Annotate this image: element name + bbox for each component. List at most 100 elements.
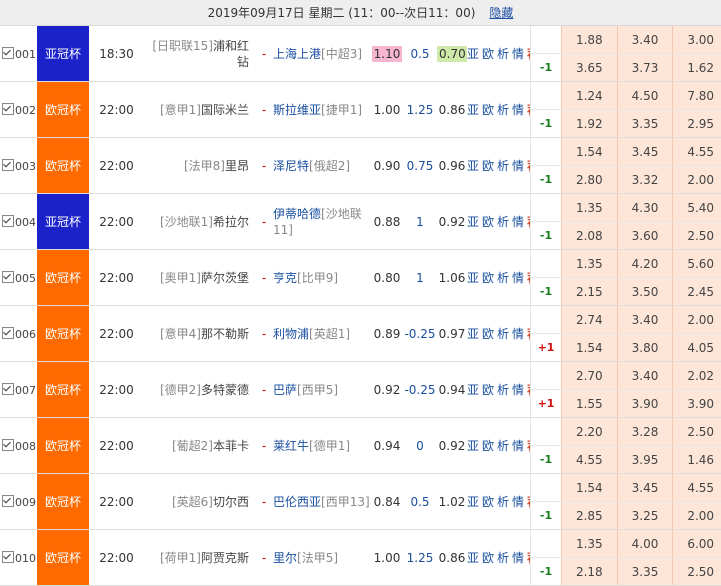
analysis-link[interactable]: 析 <box>497 327 509 341</box>
away-team-cell[interactable]: 伊蒂哈德[沙地联11] <box>273 193 371 250</box>
asia-odds-link[interactable]: 亚 <box>467 327 479 341</box>
league-badge[interactable]: 欧冠杯 <box>37 305 89 362</box>
away-team[interactable]: 亨克 <box>273 271 297 285</box>
away-team[interactable]: 利物浦 <box>273 327 309 341</box>
intel-link[interactable]: 情 <box>512 47 524 61</box>
euro-odds-link[interactable]: 欧 <box>482 215 494 229</box>
analysis-link[interactable]: 析 <box>497 495 509 509</box>
euro-odds-link[interactable]: 欧 <box>482 383 494 397</box>
select-checkbox[interactable] <box>2 494 14 507</box>
league-badge[interactable]: 欧冠杯 <box>37 417 89 474</box>
home-team-cell[interactable]: [葡超2]本菲卡 <box>144 417 255 474</box>
intel-link[interactable]: 情 <box>512 383 524 397</box>
euro-odds-link[interactable]: 欧 <box>482 327 494 341</box>
away-team-cell[interactable]: 巴萨[西甲5] <box>273 361 371 418</box>
recommend-link[interactable]: 荐 <box>527 327 530 341</box>
home-team[interactable]: 希拉尔 <box>213 215 249 229</box>
analysis-link[interactable]: 析 <box>497 215 509 229</box>
intel-link[interactable]: 情 <box>512 215 524 229</box>
asia-odds-link[interactable]: 亚 <box>467 103 479 117</box>
select-checkbox[interactable] <box>2 326 14 339</box>
hide-link[interactable]: 隐藏 <box>489 4 513 21</box>
analysis-link[interactable]: 析 <box>497 47 509 61</box>
select-checkbox[interactable] <box>2 214 14 227</box>
home-team-cell[interactable]: [奥甲1]萨尔茨堡 <box>144 249 255 306</box>
home-team-cell[interactable]: [日职联15]浦和红钻 <box>144 26 255 82</box>
away-team[interactable]: 泽尼特 <box>273 159 309 173</box>
away-team[interactable]: 莱红牛 <box>273 439 309 453</box>
select-checkbox[interactable] <box>2 46 14 59</box>
away-team[interactable]: 巴伦西亚 <box>273 495 321 509</box>
away-team-cell[interactable]: 亨克[比甲9] <box>273 249 371 306</box>
euro-odds-link[interactable]: 欧 <box>482 271 494 285</box>
intel-link[interactable]: 情 <box>512 327 524 341</box>
intel-link[interactable]: 情 <box>512 159 524 173</box>
away-team[interactable]: 伊蒂哈德 <box>273 207 321 221</box>
home-team-cell[interactable]: [沙地联1]希拉尔 <box>144 193 255 250</box>
away-team[interactable]: 巴萨 <box>273 383 297 397</box>
away-team[interactable]: 斯拉维亚 <box>273 103 321 117</box>
analysis-link[interactable]: 析 <box>497 551 509 565</box>
home-team-cell[interactable]: [英超6]切尔西 <box>144 473 255 530</box>
home-team[interactable]: 里昂 <box>225 159 249 173</box>
away-team-cell[interactable]: 利物浦[英超1] <box>273 305 371 362</box>
intel-link[interactable]: 情 <box>512 439 524 453</box>
euro-odds-link[interactable]: 欧 <box>482 47 494 61</box>
select-checkbox[interactable] <box>2 270 14 283</box>
recommend-link[interactable]: 荐 <box>527 159 530 173</box>
away-team-cell[interactable]: 上海上港[中超3] <box>273 26 371 82</box>
away-team-cell[interactable]: 斯拉维亚[捷甲1] <box>273 81 371 138</box>
select-checkbox[interactable] <box>2 382 14 395</box>
recommend-link[interactable]: 荐 <box>527 103 530 117</box>
home-team-cell[interactable]: [意甲1]国际米兰 <box>144 81 255 138</box>
euro-odds-link[interactable]: 欧 <box>482 495 494 509</box>
euro-odds-link[interactable]: 欧 <box>482 159 494 173</box>
analysis-link[interactable]: 析 <box>497 271 509 285</box>
home-team-cell[interactable]: [意甲4]那不勒斯 <box>144 305 255 362</box>
asia-odds-link[interactable]: 亚 <box>467 495 479 509</box>
intel-link[interactable]: 情 <box>512 495 524 509</box>
league-badge[interactable]: 欧冠杯 <box>37 361 89 418</box>
home-team[interactable]: 多特蒙德 <box>201 383 249 397</box>
away-team[interactable]: 上海上港 <box>273 47 321 61</box>
home-team[interactable]: 那不勒斯 <box>201 327 249 341</box>
analysis-link[interactable]: 析 <box>497 439 509 453</box>
league-badge[interactable]: 欧冠杯 <box>37 529 89 586</box>
away-team[interactable]: 里尔 <box>273 551 297 565</box>
league-badge[interactable]: 欧冠杯 <box>37 137 89 194</box>
intel-link[interactable]: 情 <box>512 551 524 565</box>
recommend-link[interactable]: 荐 <box>527 47 530 61</box>
euro-odds-link[interactable]: 欧 <box>482 551 494 565</box>
analysis-link[interactable]: 析 <box>497 159 509 173</box>
intel-link[interactable]: 情 <box>512 103 524 117</box>
asia-odds-link[interactable]: 亚 <box>467 551 479 565</box>
select-checkbox[interactable] <box>2 158 14 171</box>
league-badge[interactable]: 亚冠杯 <box>37 26 89 82</box>
home-team[interactable]: 切尔西 <box>213 495 249 509</box>
away-team-cell[interactable]: 巴伦西亚[西甲13] <box>273 473 371 530</box>
asia-odds-link[interactable]: 亚 <box>467 383 479 397</box>
select-checkbox[interactable] <box>2 550 14 563</box>
asia-odds-link[interactable]: 亚 <box>467 271 479 285</box>
recommend-link[interactable]: 荐 <box>527 551 530 565</box>
home-team[interactable]: 浦和红钻 <box>213 39 249 69</box>
select-checkbox[interactable] <box>2 438 14 451</box>
asia-odds-link[interactable]: 亚 <box>467 159 479 173</box>
home-team[interactable]: 本菲卡 <box>213 439 249 453</box>
analysis-link[interactable]: 析 <box>497 103 509 117</box>
analysis-link[interactable]: 析 <box>497 383 509 397</box>
select-checkbox[interactable] <box>2 102 14 115</box>
recommend-link[interactable]: 荐 <box>527 215 530 229</box>
asia-odds-link[interactable]: 亚 <box>467 47 479 61</box>
recommend-link[interactable]: 荐 <box>527 383 530 397</box>
euro-odds-link[interactable]: 欧 <box>482 439 494 453</box>
away-team-cell[interactable]: 里尔[法甲5] <box>273 529 371 586</box>
home-team-cell[interactable]: [法甲8]里昂 <box>144 137 255 194</box>
away-team-cell[interactable]: 莱红牛[德甲1] <box>273 417 371 474</box>
league-badge[interactable]: 欧冠杯 <box>37 249 89 306</box>
home-team-cell[interactable]: [荷甲1]阿贾克斯 <box>144 529 255 586</box>
home-team[interactable]: 萨尔茨堡 <box>201 271 249 285</box>
intel-link[interactable]: 情 <box>512 271 524 285</box>
home-team[interactable]: 国际米兰 <box>201 103 249 117</box>
away-team-cell[interactable]: 泽尼特[俄超2] <box>273 137 371 194</box>
